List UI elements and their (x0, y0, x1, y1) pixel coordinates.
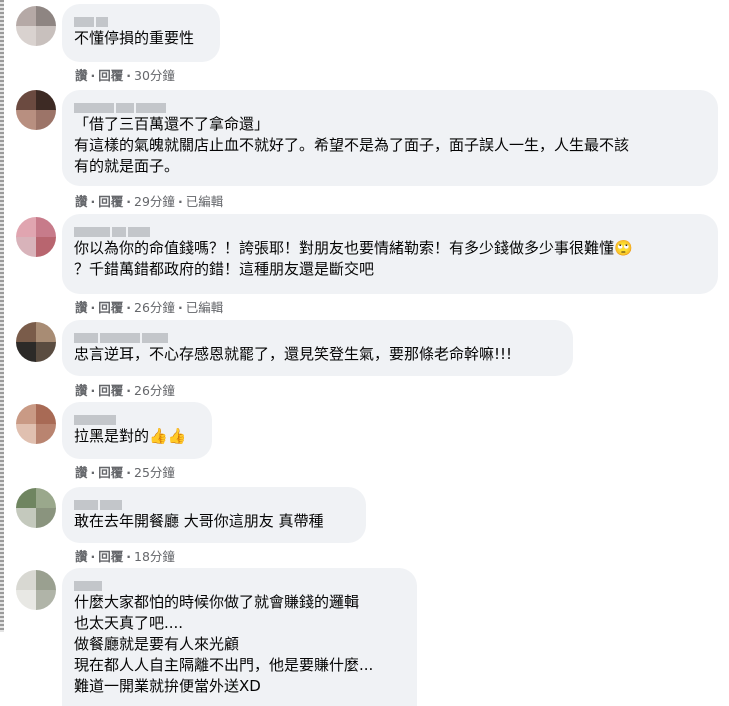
reply-button[interactable]: 回覆 (98, 383, 123, 398)
reply-button[interactable]: 回覆 (98, 549, 123, 564)
edited-label: 已編輯 (185, 194, 224, 209)
timestamp[interactable]: 29分鐘 (134, 194, 175, 209)
left-edge-scrollbar (0, 0, 4, 632)
comment-bubble: 不懂停損的重要性 (62, 4, 220, 62)
comment-bubble: 拉黑是對的👍👍 (62, 402, 212, 459)
avatar[interactable] (16, 404, 56, 444)
timestamp[interactable]: 30分鐘 (134, 68, 175, 83)
reply-button[interactable]: 回覆 (98, 194, 123, 209)
like-button[interactable]: 讚 (75, 465, 88, 480)
like-button[interactable]: 讚 (75, 300, 88, 315)
comment-text: 忠言逆耳，不心存感恩就罷了，還見笑登生氣，要那條老命幹嘛!!! (74, 345, 513, 363)
commenter-name-blurred[interactable] (74, 328, 561, 343)
comment-bubble: 「借了三百萬還不了拿命還」 有這樣的氣魄就關店止血不就好了。希望不是為了面子，面… (62, 90, 718, 186)
commenter-name-blurred[interactable] (74, 12, 208, 27)
comment-text: 不懂停損的重要性 (74, 29, 195, 47)
comment-actions: 讚 · 回覆 · 26分鐘 (75, 383, 175, 398)
avatar[interactable] (16, 90, 56, 130)
commenter-name-blurred[interactable] (74, 576, 405, 591)
like-button[interactable]: 讚 (75, 68, 88, 83)
comment-actions: 讚 · 回覆 · 29分鐘 · 已編輯 (75, 194, 224, 209)
avatar[interactable] (16, 217, 56, 257)
comment-bubble: 你以為你的命值錢嗎？！誇張耶！對朋友也要情緒勒索！有多少錢做多少事很難懂🙄 ？千錯… (62, 214, 718, 294)
comment-bubble: 忠言逆耳，不心存感恩就罷了，還見笑登生氣，要那條老命幹嘛!!! (62, 320, 573, 376)
comment-actions: 讚 · 回覆 · 30分鐘 (75, 68, 175, 83)
comment-text: 拉黑是對的👍👍 (74, 427, 187, 445)
avatar[interactable] (16, 322, 56, 362)
reply-button[interactable]: 回覆 (98, 68, 123, 83)
like-button[interactable]: 讚 (75, 383, 88, 398)
comment-actions: 讚 · 回覆 · 18分鐘 (75, 549, 175, 564)
like-button[interactable]: 讚 (75, 194, 88, 209)
commenter-name-blurred[interactable] (74, 495, 354, 510)
avatar[interactable] (16, 570, 56, 610)
commenter-name-blurred[interactable] (74, 98, 706, 113)
comment-actions: 讚 · 回覆 · 26分鐘 · 已編輯 (75, 300, 224, 315)
comment-text: 敢在去年開餐廳 大哥你這朋友 真帶種 (74, 512, 324, 530)
commenter-name-blurred[interactable] (74, 410, 200, 425)
avatar[interactable] (16, 6, 56, 46)
timestamp[interactable]: 26分鐘 (134, 383, 175, 398)
eye-roll-emoji: 🙄 (614, 239, 633, 257)
comment-bubble: 敢在去年開餐廳 大哥你這朋友 真帶種 (62, 487, 366, 543)
reply-button[interactable]: 回覆 (98, 300, 123, 315)
comment-actions: 讚 · 回覆 · 25分鐘 (75, 465, 175, 480)
thumbs-up-emoji: 👍👍 (149, 427, 187, 445)
comment-text: 「借了三百萬還不了拿命還」 有這樣的氣魄就關店止血不就好了。希望不是為了面子，面… (74, 115, 630, 175)
comment-text: 什麼大家都怕的時候你做了就會賺錢的邏輯 也太天真了吧.... 做餐廳就是要有人來… (74, 593, 374, 695)
reply-button[interactable]: 回覆 (98, 465, 123, 480)
timestamp[interactable]: 26分鐘 (134, 300, 175, 315)
comment-bubble: 什麼大家都怕的時候你做了就會賺錢的邏輯 也太天真了吧.... 做餐廳就是要有人來… (62, 568, 417, 706)
avatar[interactable] (16, 488, 56, 528)
like-button[interactable]: 讚 (75, 549, 88, 564)
timestamp[interactable]: 18分鐘 (134, 549, 175, 564)
edited-label: 已編輯 (185, 300, 224, 315)
comment-text: 你以為你的命值錢嗎？！誇張耶！對朋友也要情緒勒索！有多少錢做多少事很難懂🙄 ？千錯… (74, 239, 633, 278)
timestamp[interactable]: 25分鐘 (134, 465, 175, 480)
commenter-name-blurred[interactable] (74, 222, 706, 237)
